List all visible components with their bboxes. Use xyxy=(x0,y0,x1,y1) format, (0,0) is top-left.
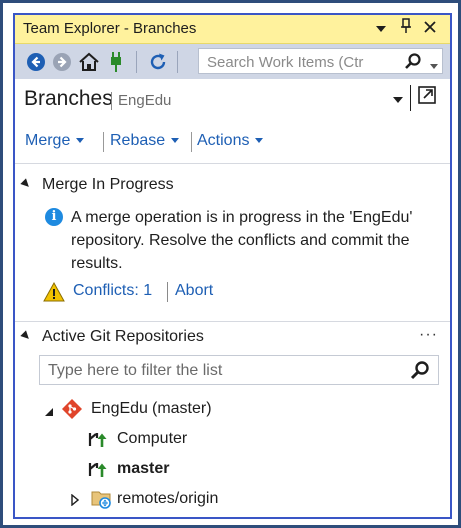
window-title: Team Explorer - Branches xyxy=(23,20,197,37)
branch-label: Computer xyxy=(117,430,188,447)
back-icon[interactable] xyxy=(25,51,47,73)
section-divider xyxy=(15,321,450,322)
remotes-tree-item[interactable]: remotes/origin xyxy=(71,487,391,511)
info-icon: i xyxy=(45,208,63,226)
connect-icon[interactable] xyxy=(105,51,127,73)
search-input[interactable] xyxy=(205,52,401,72)
window-menu-dropdown-icon[interactable] xyxy=(371,18,391,38)
nav-separator xyxy=(191,132,192,152)
header-separator-right xyxy=(410,85,411,111)
search-work-items-box[interactable] xyxy=(198,48,443,74)
refresh-icon[interactable] xyxy=(147,51,169,73)
repo-name-label: EngEdu xyxy=(118,92,172,109)
toolbar xyxy=(15,44,450,79)
collapse-triangle-icon[interactable] xyxy=(20,330,32,342)
page-title: Branches xyxy=(24,87,113,110)
undock-icon[interactable] xyxy=(417,85,437,110)
collapse-triangle-icon[interactable] xyxy=(20,178,32,190)
remote-folder-icon xyxy=(91,488,113,515)
rebase-menu[interactable]: Rebase xyxy=(110,132,180,150)
search-dropdown-icon[interactable] xyxy=(430,57,438,75)
chevron-down-icon xyxy=(76,138,85,144)
actions-menu[interactable]: Actions xyxy=(197,132,264,150)
conflicts-separator xyxy=(167,282,168,302)
branch-actions-bar: Merge Rebase Actions xyxy=(15,119,450,164)
active-git-repositories-header[interactable]: Active Git Repositories xyxy=(15,324,450,350)
rebase-label: Rebase xyxy=(110,132,166,149)
branch-icon xyxy=(87,429,109,454)
remotes-label: remotes/origin xyxy=(117,490,219,507)
page-dropdown-icon[interactable] xyxy=(393,91,403,109)
merge-in-progress-header[interactable]: Merge In Progress xyxy=(15,172,450,198)
branch-item-current[interactable]: master xyxy=(87,457,387,481)
git-repo-icon xyxy=(61,398,83,425)
repo-tree-item[interactable]: EngEdu (master) xyxy=(45,397,425,421)
title-bar: Team Explorer - Branches xyxy=(15,15,450,44)
repo-name: EngEdu xyxy=(91,400,148,417)
section-title: Active Git Repositories xyxy=(42,328,204,345)
merge-message: A merge operation is in progress in the … xyxy=(71,209,413,272)
search-icon[interactable] xyxy=(410,360,430,385)
home-icon[interactable] xyxy=(78,51,100,73)
branch-icon xyxy=(87,459,109,484)
team-explorer-window: Team Explorer - Branches Search Work Ite… xyxy=(13,13,452,519)
repo-current-branch: (master) xyxy=(152,400,212,417)
conflicts-link[interactable]: Conflicts: 1 xyxy=(73,282,152,300)
section-title: Merge In Progress xyxy=(42,176,174,193)
toolbar-separator xyxy=(177,51,178,73)
merge-menu[interactable]: Merge xyxy=(25,132,85,150)
filter-list-box[interactable] xyxy=(39,355,439,385)
close-icon[interactable] xyxy=(420,18,440,38)
header-separator xyxy=(111,92,112,110)
branch-item[interactable]: Computer xyxy=(87,427,387,451)
search-icon[interactable] xyxy=(404,52,422,75)
actions-label: Actions xyxy=(197,132,250,149)
page-header: Branches EngEdu xyxy=(15,79,450,119)
expand-arrow-icon[interactable] xyxy=(71,493,80,511)
more-options-icon[interactable]: ··· xyxy=(419,326,438,344)
warning-icon xyxy=(43,281,65,307)
chevron-down-icon xyxy=(171,138,180,144)
abort-link[interactable]: Abort xyxy=(175,282,213,300)
nav-separator xyxy=(103,132,104,152)
forward-icon[interactable] xyxy=(51,51,73,73)
screenshot-frame: Team Explorer - Branches Search Work Ite… xyxy=(0,0,461,528)
filter-input[interactable] xyxy=(46,361,390,381)
merge-label: Merge xyxy=(25,132,71,149)
expand-triangle-icon[interactable] xyxy=(45,404,54,422)
toolbar-separator xyxy=(136,51,137,73)
branch-label: master xyxy=(117,460,170,477)
chevron-down-icon xyxy=(255,138,264,144)
pin-icon[interactable] xyxy=(396,18,416,38)
